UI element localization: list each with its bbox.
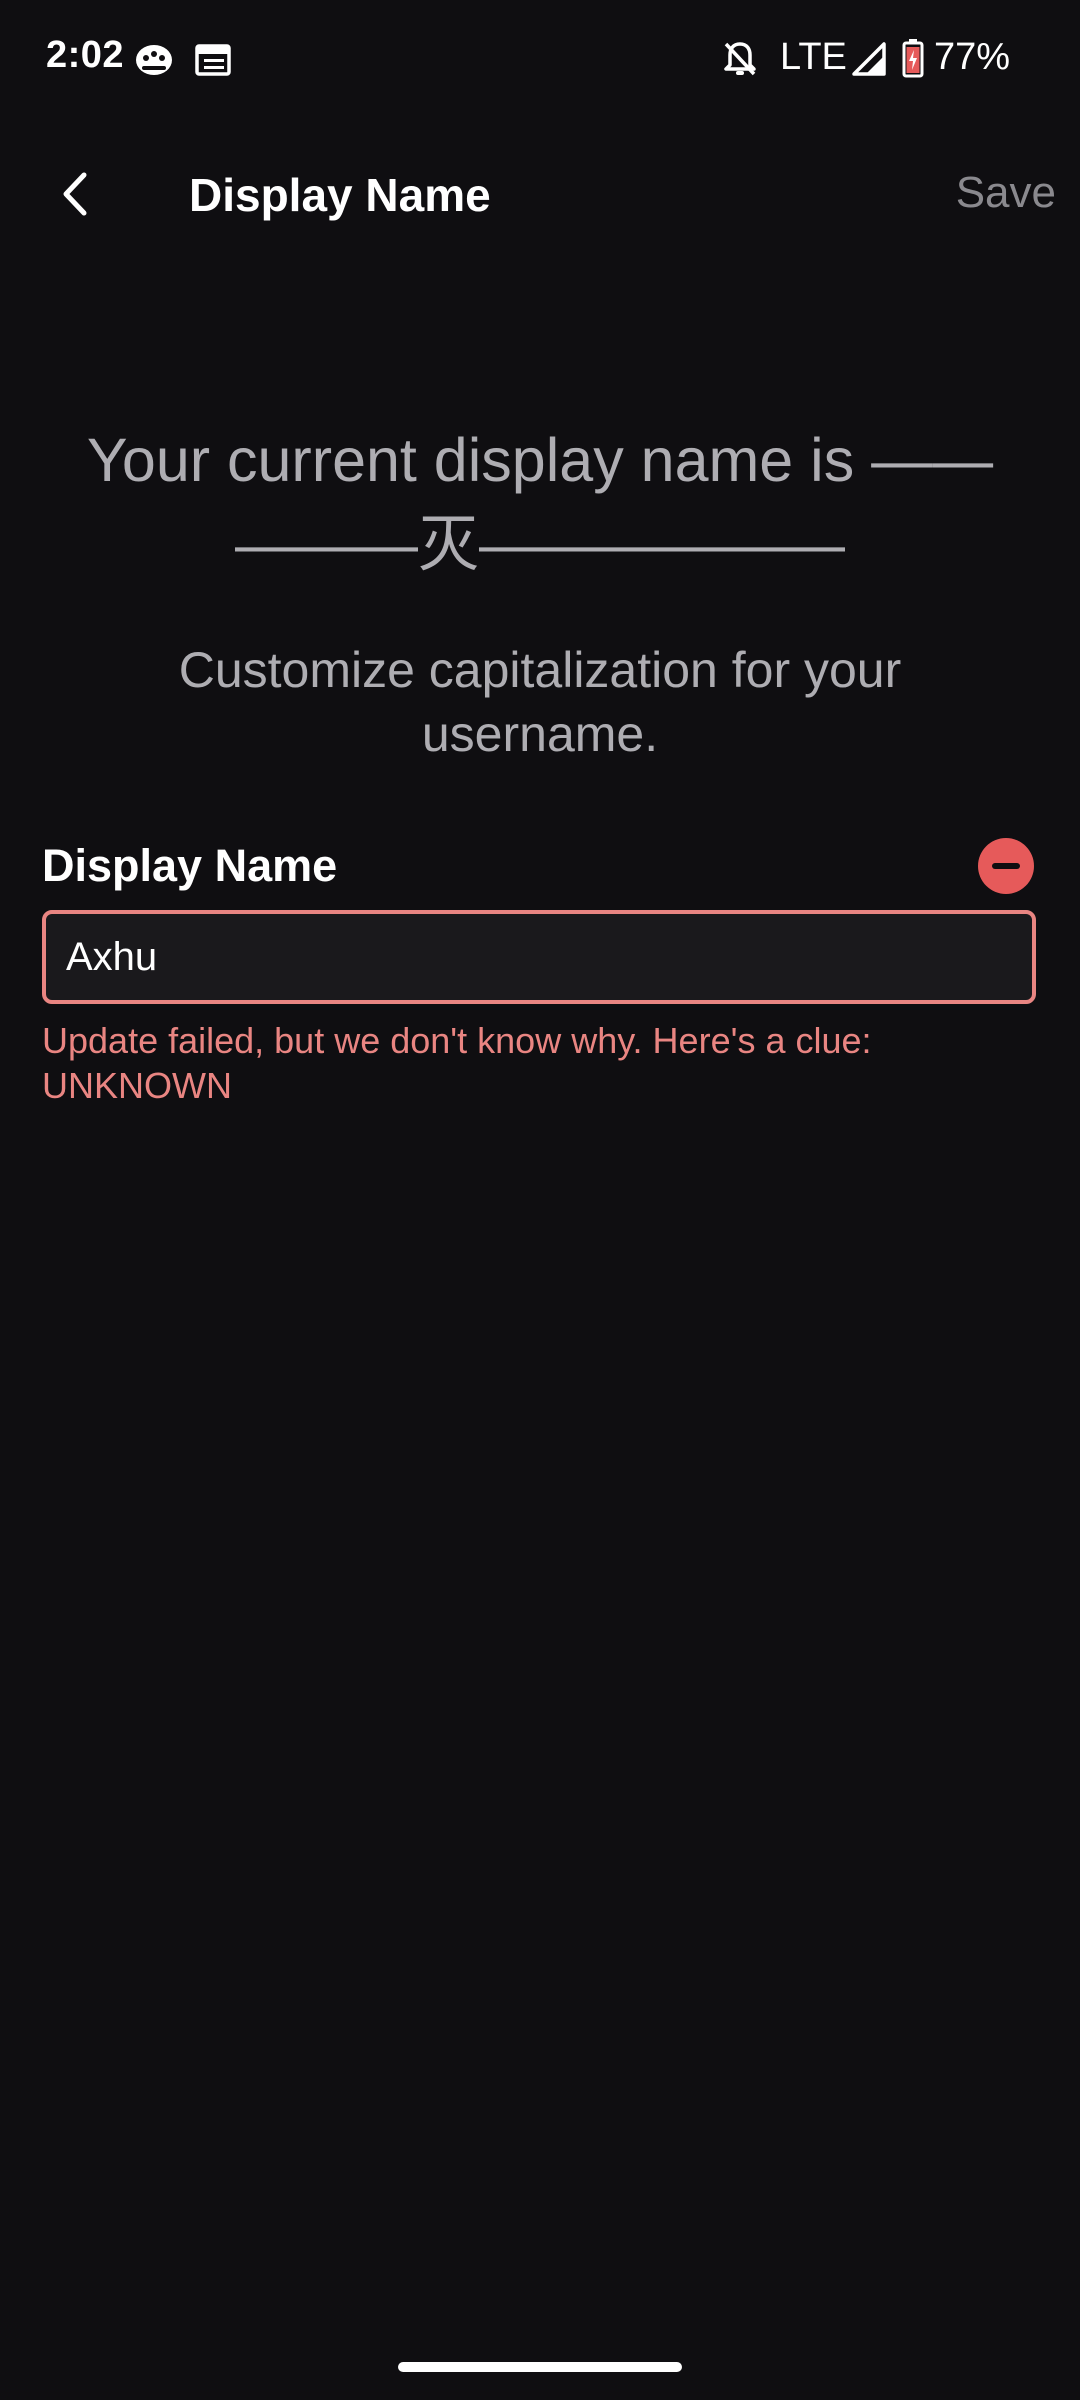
clear-field-icon[interactable]	[978, 838, 1034, 894]
error-message: Update failed, but we don't know why. He…	[42, 1018, 1042, 1108]
bell-off-icon	[724, 42, 756, 76]
signal-icon	[852, 42, 886, 76]
headline-line-2: ———灭——————	[234, 510, 845, 578]
back-button[interactable]	[40, 154, 110, 234]
current-display-name-text: Your current display name is —— ———灭————…	[40, 418, 1040, 586]
app-bar: Display Name Save	[0, 140, 1080, 250]
battery-percentage: 77%	[934, 36, 1011, 78]
subtitle: Customize capitalization for your userna…	[178, 642, 902, 762]
headline-line-1: Your current display name is ——	[86, 426, 994, 494]
error-message-line-1: Update failed, but we don't know why. He…	[42, 1020, 872, 1061]
network-type: LTE	[780, 36, 847, 78]
home-indicator[interactable]	[398, 2362, 682, 2372]
battery-icon	[902, 39, 924, 78]
chevron-left-icon	[63, 172, 87, 216]
display-name-label: Display Name	[42, 840, 338, 891]
save-button[interactable]: Save	[956, 168, 1056, 218]
game-controller-icon	[136, 45, 172, 75]
error-message-line-2: UNKNOWN	[42, 1065, 232, 1106]
status-bar: 2:02 LTE 77%	[0, 0, 1080, 120]
calendar-icon	[195, 44, 231, 76]
status-time: 2:02	[46, 34, 125, 76]
display-name-input[interactable]	[42, 910, 1036, 1004]
page-title: Display Name	[189, 169, 491, 221]
